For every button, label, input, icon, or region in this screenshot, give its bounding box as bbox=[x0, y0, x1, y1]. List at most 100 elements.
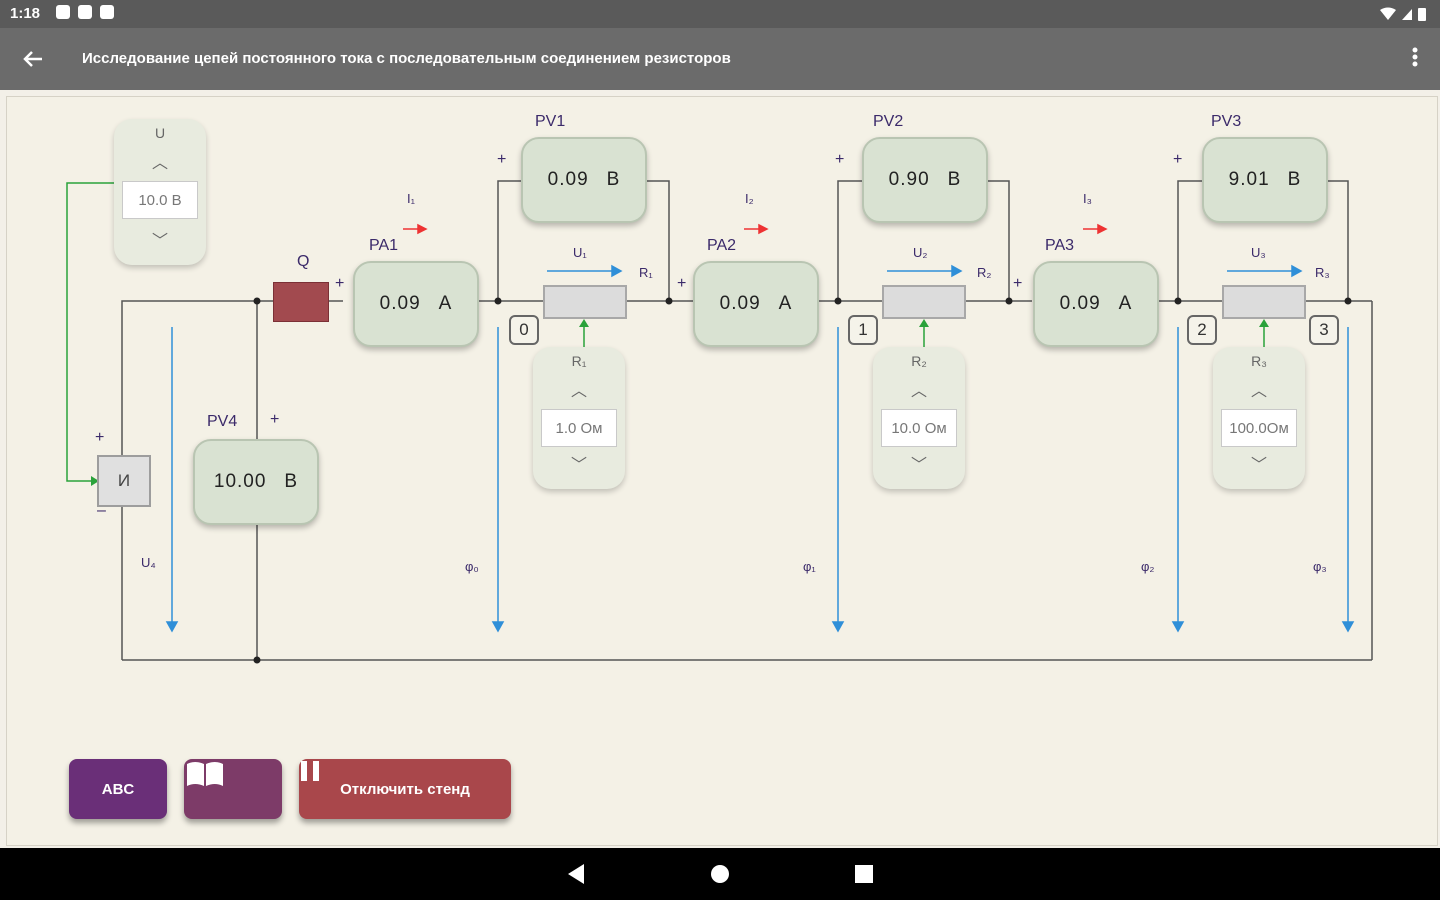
voltage-u2-label: U₂ bbox=[913, 245, 928, 260]
resistor-r3-label: R₃ bbox=[1315, 265, 1330, 280]
resistor-r3 bbox=[1222, 285, 1306, 319]
spinner-name: R₁ bbox=[571, 353, 587, 369]
chevron-down-icon[interactable]: ﹀ bbox=[873, 451, 965, 475]
source-voltage-spinner: U ︿ 10.0 В ﹀ bbox=[114, 119, 206, 265]
pa3-unit: А bbox=[1118, 293, 1133, 314]
nav-recents-icon[interactable] bbox=[852, 862, 876, 886]
ammeter-pa3: 0.09 А bbox=[1033, 261, 1159, 347]
voltmeter-pv2: 0.90 В bbox=[862, 137, 988, 223]
arrow-left-icon[interactable] bbox=[18, 44, 48, 74]
chevron-up-icon[interactable]: ︿ bbox=[533, 377, 625, 401]
pv3-label: PV3 bbox=[1211, 113, 1242, 130]
current-i1-label: I₁ bbox=[407, 191, 415, 206]
resistor-r1-spinner: R₁ ︿ 1.0 Ом ﹀ bbox=[533, 347, 625, 489]
pa3-label: PA3 bbox=[1045, 237, 1075, 254]
status-notification-icons bbox=[56, 5, 114, 19]
resistor-r2 bbox=[882, 285, 966, 319]
nav-home-icon[interactable] bbox=[708, 862, 732, 886]
fuse-label: Q bbox=[297, 253, 310, 270]
potential-phi0-label: φ₀ bbox=[465, 559, 479, 574]
chevron-up-icon[interactable]: ︿ bbox=[114, 149, 206, 173]
pa1-value: 0.09 bbox=[379, 293, 421, 314]
resistor-r2-label: R₂ bbox=[977, 265, 992, 280]
resistor-r3-spinner: R₃ ︿ 100.0Ом ﹀ bbox=[1213, 347, 1305, 489]
potential-phi2-label: φ₂ bbox=[1141, 559, 1155, 574]
pa3-value: 0.09 bbox=[1059, 293, 1101, 314]
status-bar: 1:18 bbox=[0, 0, 1440, 28]
pv4-label: PV4 bbox=[207, 413, 238, 430]
pa3-plus-sign: + bbox=[1013, 275, 1023, 292]
pa2-label: PA2 bbox=[707, 237, 737, 254]
pv2-plus-sign: + bbox=[835, 151, 845, 168]
pa1-unit: А bbox=[438, 293, 453, 314]
node-2: 2 bbox=[1187, 315, 1217, 345]
pv4-plus-sign: + bbox=[270, 411, 280, 428]
node-3: 3 bbox=[1309, 315, 1339, 345]
fuse-switch[interactable] bbox=[273, 282, 329, 322]
pa1-plus-sign: + bbox=[335, 275, 345, 292]
voltage-u3-label: U₃ bbox=[1251, 245, 1266, 260]
pa1-label: PA1 bbox=[369, 237, 399, 254]
source-plus-sign: + bbox=[95, 429, 105, 446]
pv1-plus-sign: + bbox=[497, 151, 507, 168]
circuit-canvas: U ︿ 10.0 В ﹀ + И – U₄ Q + PV4 + 10.00 В P… bbox=[6, 96, 1438, 846]
voltmeter-pv1: 0.09 В bbox=[521, 137, 647, 223]
r2-value-field[interactable]: 10.0 Ом bbox=[881, 409, 957, 447]
pv1-unit: В bbox=[606, 169, 621, 190]
node-0: 0 bbox=[509, 315, 539, 345]
pv1-label: PV1 bbox=[535, 113, 566, 130]
source-voltage-field[interactable]: 10.0 В bbox=[122, 181, 198, 219]
pa2-plus-sign: + bbox=[677, 275, 687, 292]
potential-phi1-label: φ₁ bbox=[803, 559, 816, 574]
r3-value-field[interactable]: 100.0Ом bbox=[1221, 409, 1297, 447]
ammeter-pa2: 0.09 А bbox=[693, 261, 819, 347]
status-system-icons bbox=[1378, 6, 1430, 22]
abc-button[interactable]: ABC bbox=[69, 759, 167, 819]
current-i3-label: I₃ bbox=[1083, 191, 1092, 206]
pv4-value: 10.00 bbox=[213, 471, 267, 492]
chevron-down-icon[interactable]: ﹀ bbox=[533, 451, 625, 475]
current-i2-label: I₂ bbox=[745, 191, 754, 206]
more-vertical-icon[interactable] bbox=[1408, 42, 1422, 78]
chevron-down-icon[interactable]: ﹀ bbox=[1213, 451, 1305, 475]
spinner-name: U bbox=[154, 125, 166, 141]
potential-phi3-label: φ₃ bbox=[1313, 559, 1327, 574]
disconnect-stand-button[interactable]: Отключить стенд bbox=[299, 759, 511, 819]
resistor-r1 bbox=[543, 285, 627, 319]
pv3-plus-sign: + bbox=[1173, 151, 1183, 168]
chevron-up-icon[interactable]: ︿ bbox=[1213, 377, 1305, 401]
spinner-name: R₃ bbox=[1251, 353, 1267, 369]
system-navigation-bar bbox=[0, 848, 1440, 900]
resistor-r2-spinner: R₂ ︿ 10.0 Ом ﹀ bbox=[873, 347, 965, 489]
spinner-name: R₂ bbox=[911, 353, 927, 369]
page-title: Исследование цепей постоянного тока с по… bbox=[82, 50, 731, 67]
pv3-unit: В bbox=[1287, 169, 1302, 190]
pv4-unit: В bbox=[284, 471, 299, 492]
stop-label: Отключить стенд bbox=[340, 780, 470, 798]
ammeter-pa1: 0.09 А bbox=[353, 261, 479, 347]
pv1-value: 0.09 bbox=[547, 169, 589, 190]
voltmeter-pv4: 10.00 В bbox=[193, 439, 319, 525]
manual-button[interactable] bbox=[184, 759, 282, 819]
node-1: 1 bbox=[848, 315, 878, 345]
pv2-unit: В bbox=[947, 169, 962, 190]
voltmeter-pv3: 9.01 В bbox=[1202, 137, 1328, 223]
resistor-r1-label: R₁ bbox=[639, 265, 653, 280]
pv2-value: 0.90 bbox=[888, 169, 930, 190]
chevron-down-icon[interactable]: ﹀ bbox=[114, 227, 206, 251]
source-minus-sign: – bbox=[97, 502, 106, 519]
status-time: 1:18 bbox=[10, 5, 41, 22]
wifi-signal-battery-icon bbox=[1380, 7, 1426, 21]
voltage-source: И bbox=[97, 455, 151, 507]
pa2-value: 0.09 bbox=[719, 293, 761, 314]
pv2-label: PV2 bbox=[873, 113, 904, 130]
voltage-u1-label: U₁ bbox=[573, 245, 587, 260]
source-voltage-label: U₄ bbox=[141, 555, 156, 570]
nav-back-icon[interactable] bbox=[564, 862, 588, 886]
r1-value-field[interactable]: 1.0 Ом bbox=[541, 409, 617, 447]
pa2-unit: А bbox=[778, 293, 793, 314]
book-open-icon bbox=[187, 762, 223, 786]
chevron-up-icon[interactable]: ︿ bbox=[873, 377, 965, 401]
pause-icon bbox=[301, 761, 319, 781]
abc-label: ABC bbox=[101, 780, 135, 798]
